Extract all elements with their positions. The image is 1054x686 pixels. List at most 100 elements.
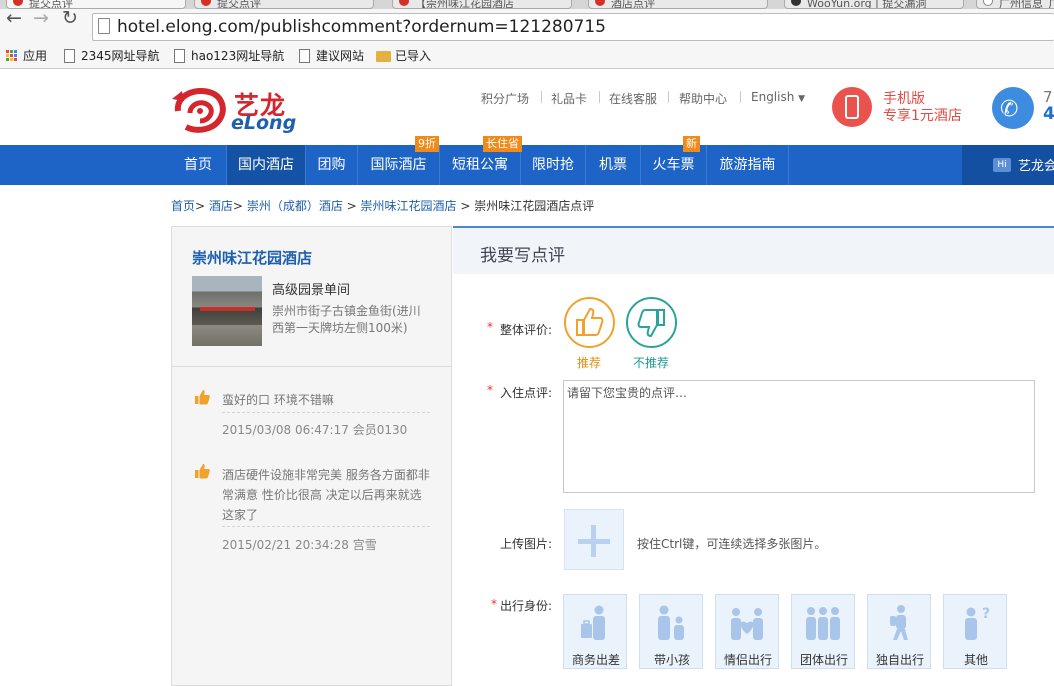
page-icon [174, 49, 185, 63]
breadcrumb-separator: > [460, 199, 471, 213]
browser-tab[interactable]: 提交点评 [194, 0, 374, 9]
not-recommend-label[interactable]: 不推荐 [633, 354, 669, 371]
recommend-button[interactable] [564, 297, 615, 348]
member-link[interactable]: 艺龙会 [1018, 155, 1054, 174]
divider [222, 412, 430, 413]
not-recommend-button[interactable] [626, 297, 677, 348]
divider [788, 145, 789, 185]
browser-tab[interactable]: 广州信息_广 [976, 0, 1054, 9]
nav-flights[interactable]: 机票 [586, 145, 640, 185]
thumbs-down-icon [637, 309, 665, 338]
bookmark-hao123[interactable]: hao123网址导航 [172, 47, 284, 67]
hotline-number: 4 [1043, 104, 1054, 124]
breadcrumb-home[interactable]: 首页 [171, 199, 195, 213]
folder-icon [376, 51, 391, 62]
divider [599, 91, 600, 103]
browser-tab[interactable]: 酒店点评 [588, 0, 768, 9]
chevron-down-icon: ▼ [798, 94, 806, 104]
bookmark-label: 已导入 [395, 49, 432, 63]
nav-badge: 9折 [415, 136, 439, 152]
hotel-name[interactable]: 崇州味江花园酒店 [192, 247, 312, 268]
elong-logo-icon[interactable] [170, 83, 228, 133]
mobile-phone-icon [845, 95, 859, 119]
browser-tab[interactable]: WooYun.org | 提交漏洞 [784, 0, 964, 9]
language-switch[interactable]: English ▼ [751, 90, 805, 104]
hotel-address: 崇州市街子古镇金鱼街(进川 [272, 304, 421, 318]
bookmark-apps[interactable]: 应用 [4, 47, 47, 67]
review-text: 这家了 [222, 508, 259, 522]
nav-badge: 长住省 [483, 136, 522, 152]
identity-label-text[interactable]: 独自出行 [868, 651, 932, 668]
address-url[interactable]: hotel.elong.com/publishcomment?ordernum=… [117, 17, 606, 37]
link-online-service[interactable]: 在线客服 [609, 90, 657, 107]
browser-tab-strip: 提交点评 提交点评 【崇州味江花园酒店 酒店点评 WooYun.org | 提交… [0, 0, 1054, 9]
identity-label-text[interactable]: 情侣出行 [716, 651, 780, 668]
group-people-icon [806, 607, 840, 640]
thumbs-up-icon [576, 307, 604, 336]
nav-domestic-hotels[interactable]: 国内酒店 [227, 145, 305, 185]
identity-label: 出行身份: [500, 599, 553, 613]
page-icon [64, 49, 75, 63]
breadcrumb-separator: > [232, 199, 243, 213]
recommend-label[interactable]: 推荐 [577, 354, 601, 371]
browser-tab-title: 酒店点评 [611, 0, 655, 9]
divider [222, 526, 430, 527]
identity-label-text[interactable]: 带小孩 [640, 651, 704, 668]
wooyun-favicon-icon [791, 0, 801, 6]
apps-icon [6, 50, 19, 63]
elong-favicon-icon [201, 0, 211, 6]
mobile-promo-subtitle[interactable]: 专享1元酒店 [883, 105, 962, 125]
comment-textarea[interactable] [563, 380, 1035, 493]
nav-home[interactable]: 首页 [170, 145, 226, 185]
divider [172, 366, 451, 367]
forward-arrow-icon[interactable]: → [33, 6, 49, 30]
breadcrumb-hotel[interactable]: 崇州味江花园酒店 [361, 199, 457, 213]
bookmark-label: 应用 [23, 49, 48, 63]
nav-travel-guide[interactable]: 旅游指南 [707, 145, 788, 185]
bookmark-label: 2345网址导航 [81, 49, 160, 63]
reload-icon[interactable]: ↻ [62, 6, 78, 30]
nav-flash-sale[interactable]: 限时抢 [521, 145, 585, 185]
link-help-center[interactable]: 帮助中心 [679, 90, 727, 107]
bookmark-suggested[interactable]: 建议网站 [297, 47, 364, 67]
browser-tab-title: WooYun.org | 提交漏洞 [807, 0, 927, 9]
breadcrumb-city-hotels[interactable]: 崇州（成都）酒店 [247, 199, 343, 213]
elong-favicon-icon [595, 0, 605, 6]
browser-tab[interactable]: 【崇州味江花园酒店 [392, 0, 572, 9]
elong-favicon-icon [399, 0, 409, 6]
couple-heart-icon [731, 608, 763, 640]
review-meta: 2015/02/21 20:34:28 宫雪 [222, 538, 377, 552]
svg-text:?: ? [982, 606, 990, 622]
link-points-mall[interactable]: 积分广场 [481, 90, 529, 107]
browser-tab-title: 【崇州味江花园酒店 [415, 0, 514, 9]
breadcrumb-separator: > [346, 199, 357, 213]
solo-hiker-icon [890, 605, 908, 640]
bookmark-label: hao123网址导航 [191, 49, 285, 63]
required-mark: * [487, 320, 493, 334]
review-text: 蛮好的口 环境不错嘛 [222, 393, 334, 407]
upload-hint: 按住Ctrl键，可连续选择多张图片。 [637, 537, 827, 551]
hotel-photo[interactable] [192, 276, 262, 346]
link-gift-card[interactable]: 礼品卡 [551, 90, 587, 107]
hotel-photo-sign [200, 307, 255, 311]
breadcrumb-hotels[interactable]: 酒店 [209, 199, 233, 213]
breadcrumb: 首页> 酒店> 崇州（成都）酒店 > 崇州味江花园酒店 > 崇州味江花园酒店点评 [171, 197, 594, 214]
plus-icon [591, 525, 596, 557]
nav-group-buy[interactable]: 团购 [306, 145, 357, 185]
review-text: 酒店硬件设施非常完美 服务各方面都非 [222, 468, 430, 482]
identity-label-text[interactable]: 商务出差 [564, 651, 628, 668]
overall-rating-label: 整体评价: [500, 323, 553, 337]
bookmark-imported[interactable]: 已导入 [376, 47, 431, 67]
page-info-icon[interactable] [98, 18, 110, 34]
browser-tab-title: 提交点评 [217, 0, 261, 9]
logo-text-en[interactable]: eLong [231, 112, 296, 134]
required-mark: * [487, 383, 493, 397]
back-arrow-icon[interactable]: ← [6, 6, 22, 30]
parent-child-icon [658, 605, 684, 640]
nav-badge: 新 [683, 136, 700, 152]
identity-label-text[interactable]: 其他 [944, 651, 1008, 668]
bookmark-2345[interactable]: 2345网址导航 [62, 47, 160, 67]
comment-label: 入住点评: [500, 386, 553, 400]
page-icon [299, 49, 310, 63]
identity-label-text[interactable]: 团体出行 [792, 651, 856, 668]
